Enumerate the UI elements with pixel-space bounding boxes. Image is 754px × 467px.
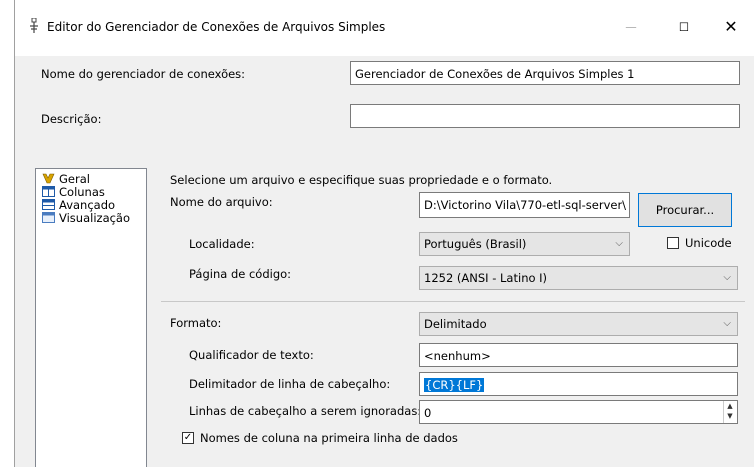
format-label: Formato:	[170, 316, 222, 330]
text-qualifier-label: Qualificador de texto:	[189, 348, 314, 362]
instruction-text: Selecione um arquivo e especifique suas …	[170, 173, 553, 187]
spin-up-icon[interactable]: ▲	[724, 401, 736, 411]
dialog-window: Editor do Gerenciador de Conexões de Arq…	[14, 0, 754, 467]
locale-select-value: Português (Brasil)	[424, 237, 527, 251]
column-names-label: Nomes de coluna na primeira linha de dad…	[200, 431, 458, 445]
title-bar: Editor do Gerenciador de Conexões de Arq…	[15, 0, 754, 56]
minimize-button[interactable]: —	[615, 12, 647, 42]
advanced-icon	[42, 199, 55, 210]
close-button[interactable]: ✕	[715, 12, 747, 42]
navigation-panel: Geral Colunas Avançado Visualização	[35, 168, 147, 467]
description-label: Descrição:	[41, 112, 102, 126]
nav-item-preview[interactable]: Visualização	[42, 212, 130, 225]
codepage-select[interactable]: 1252 (ANSI - Latino I) ⌵	[419, 266, 738, 290]
header-row-delimiter-value: {CR}{LF}	[424, 378, 485, 392]
browse-button[interactable]: Procurar...	[638, 193, 732, 227]
locale-label: Localidade:	[189, 237, 255, 251]
header-row-delimiter-label: Delimitador de linha de cabeçalho:	[189, 377, 391, 391]
chevron-down-icon: ⌵	[723, 272, 731, 283]
format-select-value: Delimitado	[424, 317, 487, 331]
nav-item-general-label: Geral	[59, 172, 90, 186]
chevron-down-icon: ⌵	[723, 318, 731, 329]
connection-manager-icon	[30, 18, 38, 33]
column-names-checkbox[interactable]: ✓	[182, 432, 194, 444]
unicode-label: Unicode	[685, 236, 732, 250]
unicode-checkbox[interactable]	[667, 237, 679, 249]
general-icon	[42, 173, 55, 184]
header-rows-skip-label: Linhas de cabeçalho a serem ignoradas:	[189, 404, 422, 418]
connection-manager-name-label: Nome do gerenciador de conexões:	[41, 67, 246, 81]
nav-item-columns-label: Colunas	[59, 185, 105, 199]
header-row-delimiter-select[interactable]: {CR}{LF}	[419, 372, 738, 396]
file-name-label: Nome do arquivo:	[170, 195, 273, 209]
description-input[interactable]	[350, 104, 740, 128]
header-rows-skip-input[interactable]: 0	[419, 400, 738, 424]
spin-down-icon[interactable]: ▼	[724, 411, 736, 421]
nav-item-advanced-label: Avançado	[59, 198, 116, 212]
chevron-down-icon: ⌵	[615, 238, 623, 249]
connection-manager-name-input[interactable]: Gerenciador de Conexões de Arquivos Simp…	[350, 61, 740, 85]
maximize-button[interactable]: ☐	[668, 12, 700, 42]
file-name-input[interactable]: D:\Victorino Vila\770-etl-sql-server\	[419, 192, 630, 218]
columns-icon	[42, 186, 55, 197]
format-select[interactable]: Delimitado ⌵	[419, 312, 738, 336]
text-qualifier-input[interactable]: <nenhum>	[419, 343, 738, 367]
codepage-label: Página de código:	[189, 267, 292, 281]
separator	[161, 301, 745, 302]
window-title: Editor do Gerenciador de Conexões de Arq…	[47, 20, 386, 34]
codepage-select-value: 1252 (ANSI - Latino I)	[424, 271, 548, 285]
nav-item-preview-label: Visualização	[59, 211, 131, 225]
preview-icon	[42, 212, 55, 223]
header-rows-skip-spinner[interactable]: ▲ ▼	[723, 401, 736, 423]
locale-select[interactable]: Português (Brasil) ⌵	[419, 232, 630, 256]
